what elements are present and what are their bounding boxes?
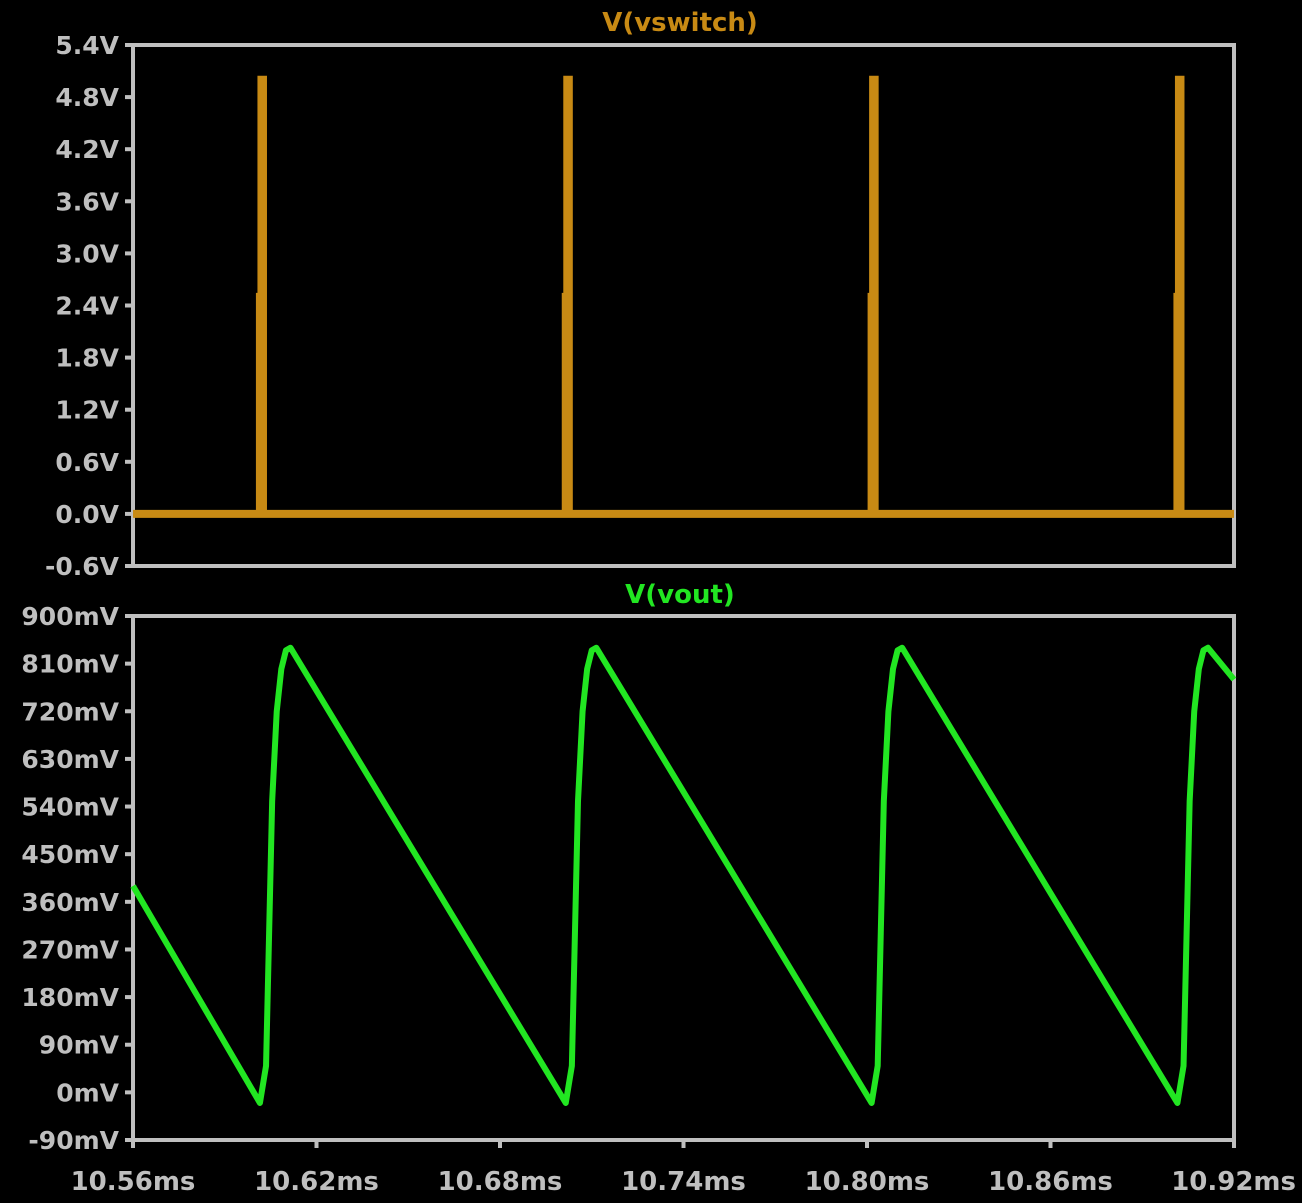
y-tick-label: 630mV [21,745,119,774]
y-tick-label: 3.0V [55,239,119,268]
y-tick-label: 540mV [21,793,119,822]
x-tick-label: 10.80ms [805,1167,930,1197]
y-tick-label: 0.6V [55,448,119,477]
vswitch-trace-title[interactable]: V(vswitch) [602,8,758,38]
waveform-viewer: V(vswitch) 5.4V 4.8V 4.2V 3.6V 3.0V 2.4V 1.8V 1… [0,0,1302,1203]
x-tick-label: 10.62ms [254,1167,379,1197]
x-tick-label: 10.68ms [438,1167,563,1197]
y-tick-label: 4.8V [55,83,119,112]
y-tick-label: 360mV [21,888,119,917]
y-tick-label: 0mV [56,1078,119,1107]
y-tick-label: 810mV [21,650,119,679]
y-tick-label: 90mV [39,1031,120,1060]
y-tick-label: -90mV [28,1126,119,1155]
y-tick-label: 1.8V [55,344,119,373]
y-tick-label: -0.6V [45,552,120,581]
x-tick-label: 10.74ms [621,1167,746,1197]
y-tick-label: 2.4V [55,292,119,321]
y-tick-label: 900mV [21,602,119,631]
vout-trace-title[interactable]: V(vout) [625,580,735,610]
y-tick-label: 270mV [21,935,119,964]
y-tick-label: 0.0V [55,500,119,529]
y-tick-label: 3.6V [55,187,119,216]
x-tick-label: 10.56ms [71,1167,196,1197]
y-tick-label: 450mV [21,840,119,869]
y-tick-label: 1.2V [55,396,119,425]
y-tick-label: 5.4V [55,31,119,60]
y-tick-label: 4.2V [55,135,119,164]
y-tick-label: 180mV [21,983,119,1012]
y-tick-label: 720mV [21,697,119,726]
x-tick-label: 10.92ms [1171,1167,1296,1197]
x-tick-label: 10.86ms [988,1167,1113,1197]
